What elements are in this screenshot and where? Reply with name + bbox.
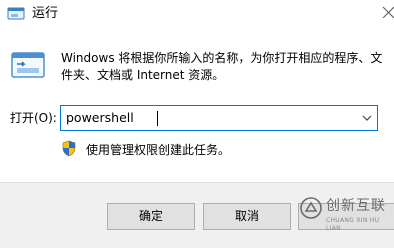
open-combobox[interactable]: powershell: [60, 105, 378, 131]
window-title: 运行: [32, 6, 59, 21]
title-bar: 运行: [0, 0, 394, 30]
watermark: 创新互联 CHUANG XIN HU LIAN: [296, 190, 394, 240]
close-icon[interactable]: [380, 4, 394, 18]
run-app-icon: [7, 7, 25, 20]
ok-button[interactable]: 确定: [107, 203, 195, 230]
watermark-subtext: CHUANG XIN HU LIAN: [326, 217, 380, 232]
shield-icon: [62, 140, 76, 157]
description-text: Windows 将根据你所输入的名称，为你打开相应的程序、文件夹、文档或 Int…: [61, 51, 383, 82]
run-icon: [11, 52, 45, 78]
chevron-down-icon[interactable]: [357, 106, 377, 130]
watermark-text: 创新互联: [326, 198, 386, 214]
text-caret: [157, 111, 158, 126]
cancel-button[interactable]: 取消: [203, 203, 291, 230]
admin-note: 使用管理权限创建此任务。: [86, 143, 231, 157]
watermark-logo-icon: [300, 197, 322, 219]
open-label: 打开(O):: [10, 111, 57, 125]
open-input[interactable]: powershell: [66, 110, 134, 126]
